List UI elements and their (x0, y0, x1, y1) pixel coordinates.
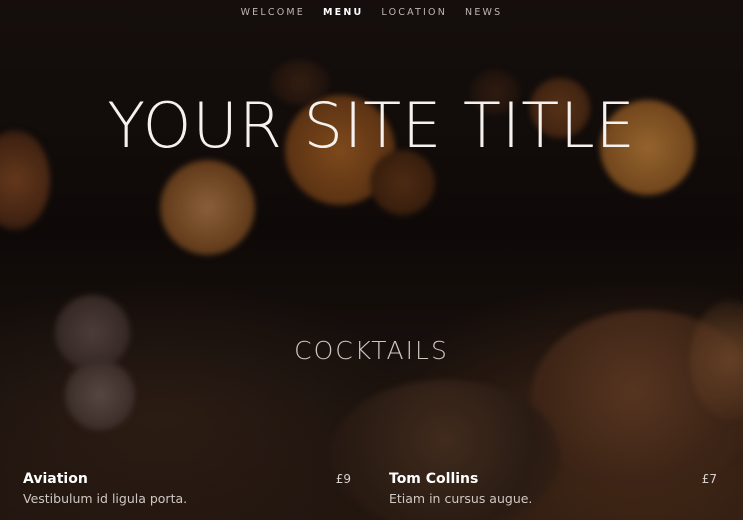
background-photo (0, 0, 743, 520)
top-nav: WELCOME MENU LOCATION NEWS (0, 0, 743, 24)
menu-item-name: Tom Collins (389, 471, 479, 487)
menu-item-description: Etiam in cursus augue. (389, 491, 533, 506)
menu-item-name: Aviation (23, 471, 88, 487)
nav-item-location[interactable]: LOCATION (372, 7, 456, 18)
nav-item-menu[interactable]: MENU (314, 7, 372, 18)
menu-item-price: £7 (701, 472, 717, 486)
section-heading: COCKTAILS (294, 336, 449, 365)
nav-item-welcome[interactable]: WELCOME (232, 7, 314, 18)
site-title: YOUR SITE TITLE (107, 89, 636, 162)
menu-item-description: Vestibulum id ligula porta. (23, 491, 188, 506)
menu-item-price: £9 (335, 472, 351, 486)
nav-item-news[interactable]: NEWS (456, 7, 511, 18)
